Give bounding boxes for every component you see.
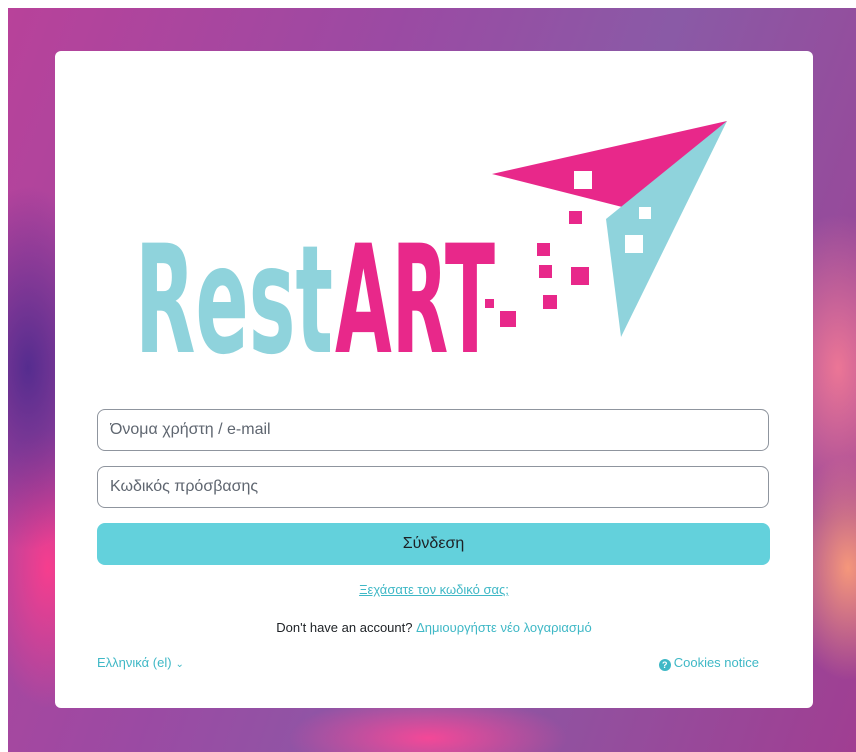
restart-logo: Rest ART <box>135 121 727 359</box>
cookies-notice-link[interactable]: ? Cookies notice <box>658 655 759 671</box>
login-card: Rest ART Σύνδεση Ξεχάσατε τον κωδικό σας… <box>55 51 813 708</box>
signup-link[interactable]: Δημιουργήστε νέο λογαριασμό <box>416 620 592 635</box>
username-input[interactable] <box>97 409 769 451</box>
login-button[interactable]: Σύνδεση <box>97 523 770 565</box>
question-circle-icon: ? <box>658 659 671 671</box>
cookies-label: Cookies notice <box>673 655 759 670</box>
logo-rest-text: Rest <box>135 214 333 359</box>
signup-row: Don't have an account? Δημιουργήστε νέο … <box>55 620 813 635</box>
language-selector[interactable]: Ελληνικά (el) ⌄ <box>97 655 184 670</box>
forgot-password-link[interactable]: Ξεχάσατε τον κωδικό σας; <box>55 582 813 597</box>
language-label: Ελληνικά (el) <box>97 655 172 670</box>
no-account-text: Don't have an account? <box>276 620 413 635</box>
chevron-down-icon: ⌄ <box>175 659 184 670</box>
password-input[interactable] <box>97 466 769 508</box>
logo-art-text: ART <box>335 214 495 359</box>
